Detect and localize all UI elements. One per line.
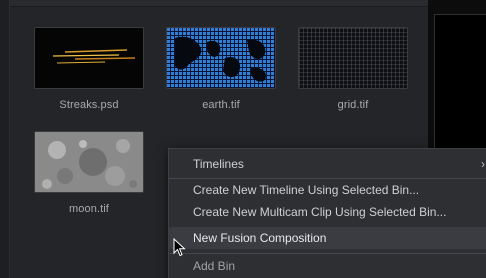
clip-thumbnail[interactable] — [298, 27, 408, 89]
menu-item-new-fusion-composition[interactable]: New Fusion Composition — [169, 227, 486, 249]
menu-item-add-bin[interactable]: Add Bin — [169, 255, 486, 277]
moon-thumbnail-art — [35, 132, 143, 192]
clip-name: moon.tif — [69, 203, 109, 215]
menu-item-label: Create New Timeline Using Selected Bin..… — [193, 183, 420, 197]
clip-thumbnail[interactable] — [34, 27, 144, 89]
menu-item-timelines[interactable]: Timelines › — [169, 153, 486, 175]
menu-item-label: Create New Multicam Clip Using Selected … — [193, 205, 447, 219]
clip-name: Streaks.psd — [59, 99, 119, 111]
context-menu: Timelines › Create New Timeline Using Se… — [168, 148, 486, 278]
clip-name: earth.tif — [202, 99, 240, 111]
menu-item-label: Add Bin — [193, 259, 236, 273]
menu-item-create-timeline[interactable]: Create New Timeline Using Selected Bin..… — [169, 179, 486, 201]
menu-item-label: New Fusion Composition — [193, 231, 327, 245]
clip-name: grid.tif — [337, 99, 369, 111]
chevron-right-icon: › — [481, 157, 485, 171]
menu-separator — [169, 253, 486, 254]
bin-list-edge[interactable] — [0, 0, 10, 278]
menu-item-label: Timelines — [193, 157, 244, 171]
mouse-cursor-icon — [173, 238, 186, 257]
clip-thumbnail[interactable] — [166, 27, 276, 89]
resolve-window: Streaks.psd earth.tif grid.tif moon.tif … — [0, 0, 486, 278]
clip-thumbnail[interactable] — [34, 131, 144, 193]
streaks-thumbnail-art — [35, 28, 143, 88]
panel-top-strip — [0, 0, 428, 7]
earth-thumbnail-art — [167, 28, 275, 88]
grid-thumbnail-art — [299, 28, 407, 88]
menu-item-create-multicam[interactable]: Create New Multicam Clip Using Selected … — [169, 201, 486, 223]
